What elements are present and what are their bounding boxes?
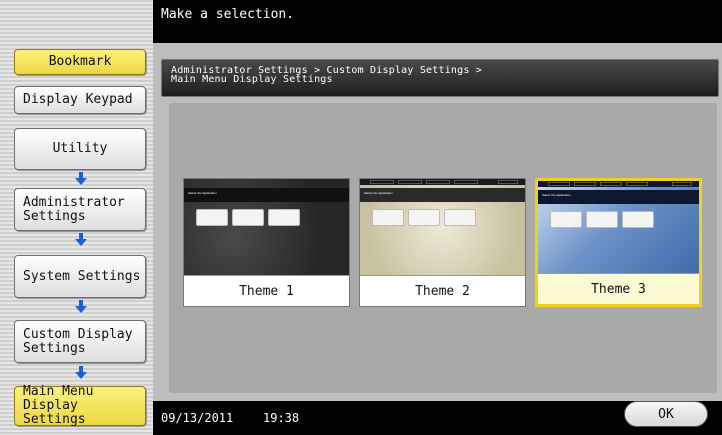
- preview-tab: [426, 180, 450, 184]
- preview-button: [408, 209, 440, 226]
- preview-title: Select the Application: [542, 193, 571, 197]
- footer-bar: 09/13/2011 19:38 OK: [153, 401, 722, 435]
- theme-3-preview: Select the Application: [538, 181, 699, 277]
- arrow-down-icon: [75, 366, 87, 379]
- preview-tab: [548, 182, 570, 186]
- preview-tab: [454, 180, 478, 184]
- step-main-menu-display-settings-button[interactable]: Main Menu Display Settings: [14, 384, 146, 427]
- date-display: 09/13/2011: [161, 411, 234, 425]
- preview-tab: [498, 180, 518, 184]
- header-bar: Make a selection.: [153, 0, 722, 43]
- time-display: 19:38: [263, 411, 300, 425]
- step-system-settings-label: System Settings: [23, 268, 141, 284]
- theme-1-label: Theme 1: [184, 275, 349, 306]
- preview-tab: [626, 182, 648, 186]
- step-system-settings-button[interactable]: System Settings: [14, 255, 146, 298]
- theme-1-preview: Select the Application: [184, 179, 349, 275]
- preview-button: [268, 209, 300, 226]
- arrow-down-icon: [75, 233, 87, 246]
- breadcrumb: Administrator Settings > Custom Display …: [171, 65, 483, 85]
- display-keypad-label: Display Keypad: [23, 92, 133, 107]
- preview-button: [232, 209, 264, 226]
- arrow-down-icon: [75, 172, 87, 185]
- step-administrator-settings-label: Administrator Settings: [23, 194, 125, 224]
- arrow-down-icon: [75, 300, 87, 313]
- bookmark-button[interactable]: Bookmark: [14, 49, 146, 75]
- display-keypad-button[interactable]: Display Keypad: [14, 86, 146, 114]
- preview-tab: [574, 182, 596, 186]
- preview-button: [372, 209, 404, 226]
- preview-tab: [398, 180, 422, 184]
- content-area: Administrator Settings > Custom Display …: [153, 43, 722, 401]
- step-administrator-settings-button[interactable]: Administrator Settings: [14, 188, 146, 231]
- left-panel: Bookmark Display Keypad Utility Administ…: [0, 0, 153, 435]
- preview-tab: [370, 180, 394, 184]
- ok-button[interactable]: OK: [624, 401, 708, 427]
- bookmark-label: Bookmark: [48, 54, 112, 69]
- theme-2-preview: Select the Application: [360, 179, 525, 275]
- breadcrumb-bar: Administrator Settings > Custom Display …: [161, 59, 719, 97]
- preview-button: [550, 211, 582, 228]
- step-custom-display-settings-button[interactable]: Custom Display Settings: [14, 320, 146, 363]
- instruction-message: Make a selection.: [161, 7, 295, 22]
- step-utility-button[interactable]: Utility: [14, 128, 146, 170]
- preview-title: Select the Application: [188, 191, 217, 195]
- preview-button: [622, 211, 654, 228]
- step-custom-display-settings-label: Custom Display Settings: [23, 326, 133, 356]
- step-utility-label: Utility: [52, 141, 108, 156]
- preview-button: [444, 209, 476, 226]
- preview-button: [196, 209, 228, 226]
- ok-label: OK: [658, 406, 674, 422]
- theme-2-option[interactable]: Select the Application Theme 2: [359, 178, 526, 307]
- theme-2-label: Theme 2: [360, 275, 525, 306]
- preview-button: [586, 211, 618, 228]
- theme-3-option[interactable]: Select the Application Theme 3: [535, 178, 702, 307]
- preview-title: Select the Application: [364, 191, 393, 195]
- preview-tab: [600, 182, 622, 186]
- step-main-menu-display-settings-label: Main Menu Display Settings: [23, 384, 94, 427]
- theme-1-option[interactable]: Select the Application Theme 1: [183, 178, 350, 307]
- theme-3-label: Theme 3: [538, 273, 699, 304]
- preview-tab: [672, 182, 692, 186]
